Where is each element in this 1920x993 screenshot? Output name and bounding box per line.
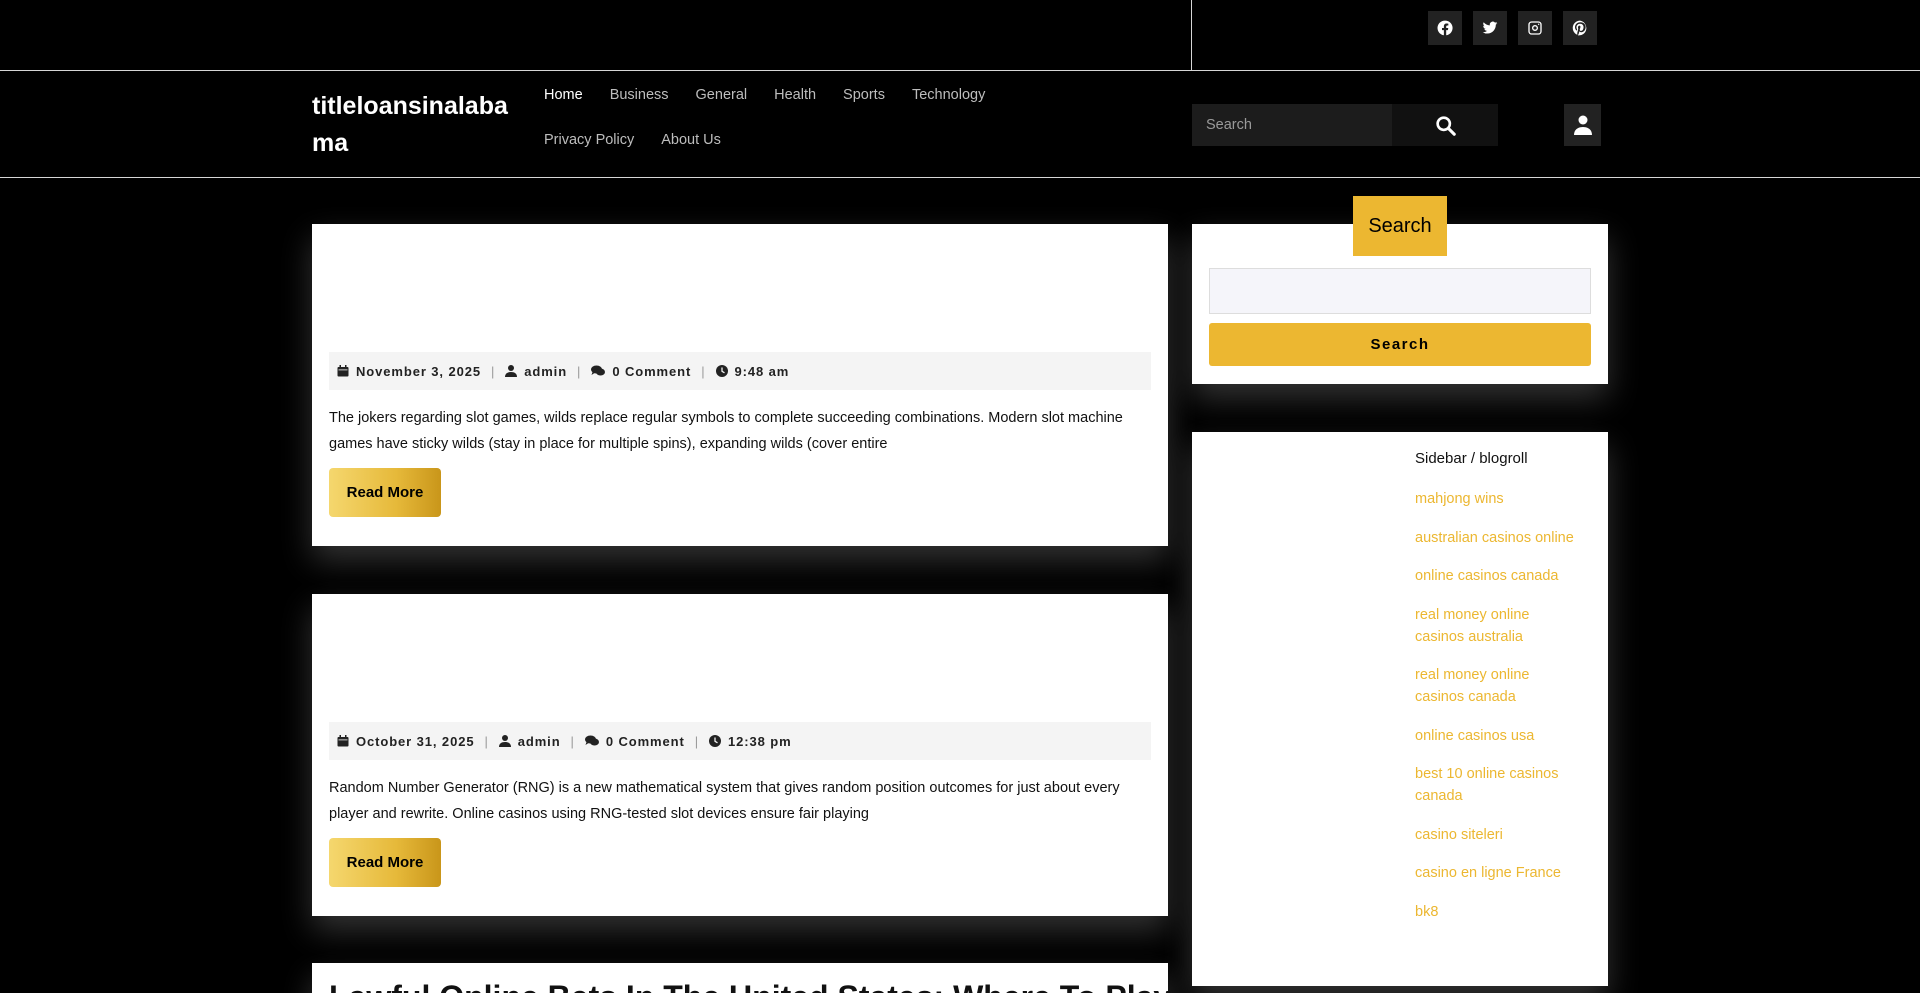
post-author[interactable]: admin xyxy=(498,733,561,749)
sidebar-search-input[interactable] xyxy=(1209,268,1591,314)
comments-icon xyxy=(591,365,606,376)
blogroll-link[interactable]: online casinos canada xyxy=(1415,565,1575,587)
post-time: 9:48 am xyxy=(715,363,790,379)
sidebar-search-button[interactable]: Search xyxy=(1209,323,1591,366)
post-date[interactable]: October 31, 2025 xyxy=(337,734,474,749)
clock-icon xyxy=(709,735,721,747)
clock-icon xyxy=(715,365,728,377)
search-widget-title: Search xyxy=(1353,196,1447,256)
blogroll-widget: Sidebar / blogroll mahjong wins australi… xyxy=(1192,432,1608,986)
read-more-button[interactable]: Read More xyxy=(329,468,441,517)
post-excerpt: The jokers regarding slot games, wilds r… xyxy=(329,410,1123,452)
post-author-text: admin xyxy=(517,733,561,749)
post-date-text: October 31, 2025 xyxy=(356,733,475,749)
user-icon xyxy=(505,365,518,377)
divider xyxy=(1191,0,1192,71)
blogroll-link[interactable]: mahjong wins xyxy=(1415,488,1575,510)
user-icon xyxy=(498,735,511,747)
post-comments-text: 0 Comment xyxy=(605,733,685,749)
post-comments[interactable]: 0 Comment xyxy=(584,733,685,749)
meta-separator: | xyxy=(701,363,706,379)
post-meta: November 3, 2025 | admin | 0 Comment | 9… xyxy=(329,352,1151,390)
calendar-icon xyxy=(337,735,349,747)
post-card: November 3, 2025 | admin | 0 Comment | 9… xyxy=(312,224,1168,546)
post-comments-text: 0 Comment xyxy=(612,363,692,379)
meta-separator: | xyxy=(694,733,699,749)
post-meta: October 31, 2025 | admin | 0 Comment | 1… xyxy=(329,722,1151,760)
comments-icon xyxy=(584,735,599,746)
post-title[interactable]: Lawful Online Bets In The United States:… xyxy=(329,979,1171,993)
post-time-text: 9:48 am xyxy=(734,363,790,379)
blogroll-link[interactable]: casino en ligne France xyxy=(1415,862,1575,884)
meta-separator: | xyxy=(490,363,496,379)
read-more-button[interactable]: Read More xyxy=(329,838,441,887)
nav-about-us[interactable]: About Us xyxy=(661,117,721,162)
post-card: Lawful Online Bets In The United States:… xyxy=(312,963,1171,993)
pinterest-icon xyxy=(1572,20,1587,36)
nav-sports[interactable]: Sports xyxy=(843,72,885,117)
blogroll-link[interactable]: best 10 online casinos canada xyxy=(1415,763,1575,807)
blogroll-link[interactable]: australian casinos online xyxy=(1415,527,1575,549)
blogroll-link[interactable]: casino siteleri xyxy=(1415,824,1575,846)
post-comments[interactable]: 0 Comment xyxy=(591,364,691,379)
social-links xyxy=(1428,11,1597,45)
meta-separator: | xyxy=(577,363,582,379)
header-search-button[interactable] xyxy=(1392,104,1498,146)
meta-separator: | xyxy=(484,733,489,749)
nav-health[interactable]: Health xyxy=(774,72,816,117)
blogroll-link[interactable]: online casinos usa xyxy=(1415,725,1575,747)
instagram-button[interactable] xyxy=(1518,11,1552,45)
top-bar xyxy=(0,0,1920,71)
post-time-text: 12:38 pm xyxy=(728,733,792,749)
search-widget: Search Search xyxy=(1192,196,1608,384)
user-account-button[interactable] xyxy=(1564,104,1601,146)
facebook-icon xyxy=(1437,20,1453,36)
post-date[interactable]: November 3, 2025 xyxy=(337,364,481,379)
calendar-icon xyxy=(337,365,349,377)
post-date-text: November 3, 2025 xyxy=(356,363,481,379)
main-nav: Home Business General Health Sports Tech… xyxy=(544,72,1124,162)
nav-general[interactable]: General xyxy=(696,72,748,117)
nav-privacy-policy[interactable]: Privacy Policy xyxy=(544,117,634,162)
post-card: October 31, 2025 | admin | 0 Comment | 1… xyxy=(312,594,1168,916)
blogroll-title: Sidebar / blogroll xyxy=(1415,450,1528,467)
post-author[interactable]: admin xyxy=(505,364,567,379)
twitter-icon xyxy=(1482,21,1498,34)
blogroll-link[interactable]: real money online casinos canada xyxy=(1415,664,1575,708)
twitter-button[interactable] xyxy=(1473,11,1507,45)
user-icon xyxy=(1573,115,1592,135)
instagram-icon xyxy=(1528,21,1542,35)
post-time: 12:38 pm xyxy=(709,734,792,749)
pinterest-button[interactable] xyxy=(1563,11,1597,45)
header-search xyxy=(1192,104,1498,146)
nav-business[interactable]: Business xyxy=(610,72,669,117)
meta-separator: | xyxy=(570,733,575,749)
facebook-button[interactable] xyxy=(1428,11,1462,45)
blogroll-link[interactable]: bk8 xyxy=(1415,901,1575,923)
site-title[interactable]: titleloansinalabama xyxy=(312,88,512,162)
nav-technology[interactable]: Technology xyxy=(912,72,985,117)
nav-home[interactable]: Home xyxy=(544,72,583,117)
post-author-text: admin xyxy=(524,363,568,379)
search-icon xyxy=(1435,115,1456,136)
blogroll-link[interactable]: real money online casinos australia xyxy=(1415,604,1575,648)
header-search-input[interactable] xyxy=(1192,104,1392,146)
post-excerpt: Random Number Generator (RNG) is a new m… xyxy=(329,780,1120,822)
site-header: titleloansinalabama Home Business Genera… xyxy=(0,72,1920,178)
blogroll-list: mahjong wins australian casinos online o… xyxy=(1415,488,1575,939)
